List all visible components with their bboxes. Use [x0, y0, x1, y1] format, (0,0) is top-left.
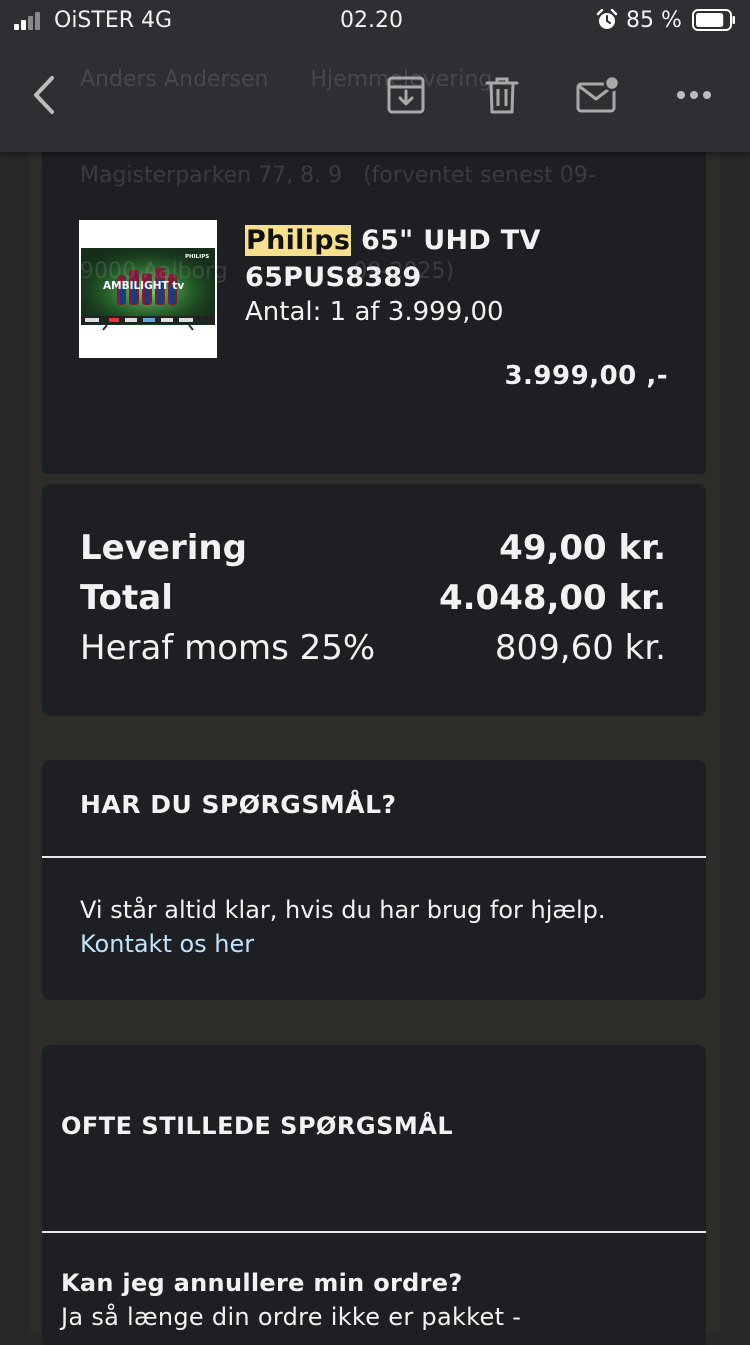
back-button[interactable] — [22, 72, 68, 118]
contact-link[interactable]: Kontakt os her — [80, 927, 606, 961]
status-bar: OiSTER 4G 02.20 85 % — [0, 0, 750, 44]
battery-icon — [692, 9, 735, 31]
vat-value: 809,60 kr. — [494, 628, 666, 668]
archive-button[interactable] — [383, 72, 429, 118]
delivery-label: Levering — [80, 528, 247, 568]
mail-header: Anders Andersen Hjemmelevering Magisterp… — [0, 0, 750, 284]
questions-title: HAR DU SPØRGSMÅL? — [80, 790, 397, 819]
total-label: Total — [80, 578, 173, 618]
more-button[interactable] — [671, 72, 717, 118]
questions-card: HAR DU SPØRGSMÅL? Vi står altid klar, hv… — [42, 760, 706, 1000]
archive-icon — [387, 76, 425, 114]
more-icon — [677, 91, 711, 99]
ghost-address-text: Anders Andersen Hjemmelevering Magisterp… — [80, 0, 640, 352]
alarm-icon — [596, 9, 618, 29]
faq-answer: Ja så længe din ordre ikke er pakket - — [61, 1303, 522, 1331]
vat-row: Heraf moms 25% 809,60 kr. — [80, 628, 666, 668]
totals-card: Levering 49,00 kr. Total 4.048,00 kr. He… — [42, 484, 706, 716]
clock: 02.20 — [340, 8, 403, 33]
carrier-label: OiSTER 4G — [54, 8, 173, 33]
faq-title: OFTE STILLEDE SPØRGSMÅL — [61, 1112, 454, 1140]
vat-label: Heraf moms 25% — [80, 628, 376, 668]
delivery-row: Levering 49,00 kr. — [80, 528, 666, 568]
delivery-value: 49,00 kr. — [499, 528, 666, 568]
questions-text: Vi står altid klar, hvis du har brug for… — [80, 896, 606, 924]
questions-body: Vi står altid klar, hvis du har brug for… — [80, 893, 606, 961]
signal-icon — [14, 10, 48, 30]
faq-divider — [42, 1231, 706, 1233]
delete-button[interactable] — [479, 72, 525, 118]
mail-unread-icon — [576, 75, 621, 113]
total-value: 4.048,00 kr. — [438, 578, 666, 618]
mark-unread-button[interactable] — [575, 72, 621, 118]
battery-percent: 85 % — [626, 8, 682, 33]
ghost-line: Anders Andersen Hjemmelevering — [80, 67, 493, 92]
questions-divider — [42, 856, 706, 858]
back-icon — [34, 76, 54, 114]
total-row: Total 4.048,00 kr. — [80, 578, 666, 618]
line-total: 3.999,00 ,- — [504, 361, 668, 391]
faq-question[interactable]: Kan jeg annullere min ordre? — [61, 1269, 463, 1297]
trash-icon — [485, 77, 519, 114]
faq-card: OFTE STILLEDE SPØRGSMÅL Kan jeg annuller… — [42, 1045, 706, 1345]
ghost-line: 9000 Aalborg 09-2025) — [80, 259, 455, 284]
ghost-line: Magisterparken 77, 8. 9 (forventet senes… — [80, 163, 596, 188]
